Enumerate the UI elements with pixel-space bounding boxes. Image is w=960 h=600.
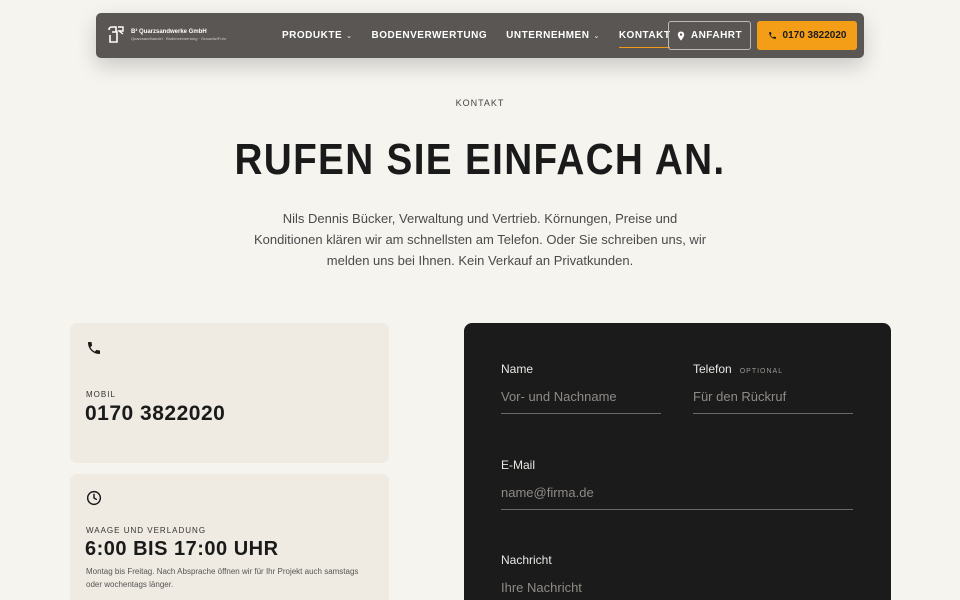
call-button[interactable]: 0170 3822020 [757,21,857,50]
name-field-label: Name [501,362,661,376]
name-label-text: Name [501,362,534,376]
email-field: E-Mail [501,458,853,510]
email-field-label: E-Mail [501,458,853,472]
logo-name: B² Quarzsandwerke GmbH [131,28,207,35]
hours-card-label: WAAGE UND VERLADUNG [86,526,207,535]
menu-item-label: PRODUKTE [282,30,343,41]
email-input[interactable] [501,485,853,510]
menu-item-unternehmen[interactable]: UNTERNEHMEN ⌄ [506,26,600,46]
menu-item-label: BODENVERWERTUNG [371,30,488,41]
opening-hours: 6:00 BIS 17:00 UHR [85,538,279,560]
chevron-down-icon: ⌄ [346,32,353,40]
phone-field-label: Telefon OPTIONAL [693,362,853,376]
contact-form: Name Telefon OPTIONAL E-Mail Nachricht [464,323,891,600]
message-textarea[interactable] [501,580,853,600]
menu-item-label: UNTERNEHMEN [506,30,590,41]
chevron-down-icon: ⌄ [593,32,600,40]
menu-item-label: KONTAKT [618,30,671,41]
email-label-text: E-Mail [501,458,536,472]
phone-label-text: Telefon [693,362,732,376]
phone-input[interactable] [693,389,853,414]
phone-field: Telefon OPTIONAL [693,362,853,414]
message-label-text: Nachricht [501,553,552,567]
call-button-label: 0170 3822020 [782,30,847,41]
menu-item-kontakt[interactable]: KONTAKT [618,26,671,48]
message-field: Nachricht [501,553,853,600]
logo-tagline: Quarzsandhandel · Bodenverwertung · Grau… [131,35,227,41]
intro-text: Nils Dennis Bücker, Verwaltung und Vertr… [253,211,707,268]
hours-card: WAAGE UND VERLADUNG 6:00 BIS 17:00 UHR M… [70,474,389,600]
phone-card-label: MOBIL [86,390,116,399]
main-menu: PRODUKTE ⌄ BODENVERWERTUNG UNTERNEHMEN ⌄… [282,13,671,58]
map-pin-icon [677,31,685,40]
hours-note: Montag bis Freitag. Nach Absprache öffne… [86,567,359,589]
message-field-label: Nachricht [501,553,853,567]
logo-mark-icon [108,26,124,43]
phone-card: MOBIL 0170 3822020 [70,323,389,463]
menu-item-bodenverwertung[interactable]: BODENVERWERTUNG [372,26,488,46]
name-input[interactable] [501,389,661,414]
section-eyebrow: KONTAKT [455,98,505,108]
phone-icon [88,342,100,354]
page-title: RUFEN SIE EINFACH AN. [234,135,726,184]
name-field: Name [501,362,661,414]
clock-icon [86,490,102,506]
phone-icon [768,32,776,39]
company-logo[interactable]: B² Quarzsandwerke GmbH Quarzsandhandel ·… [108,26,226,43]
directions-button[interactable]: ANFAHRT [668,21,751,50]
phone-number[interactable]: 0170 3822020 [85,402,225,426]
directions-label: ANFAHRT [690,30,743,41]
optional-badge: OPTIONAL [739,368,784,375]
menu-item-produkte[interactable]: PRODUKTE ⌄ [282,26,353,46]
top-navigation: B² Quarzsandwerke GmbH Quarzsandhandel ·… [96,13,864,58]
